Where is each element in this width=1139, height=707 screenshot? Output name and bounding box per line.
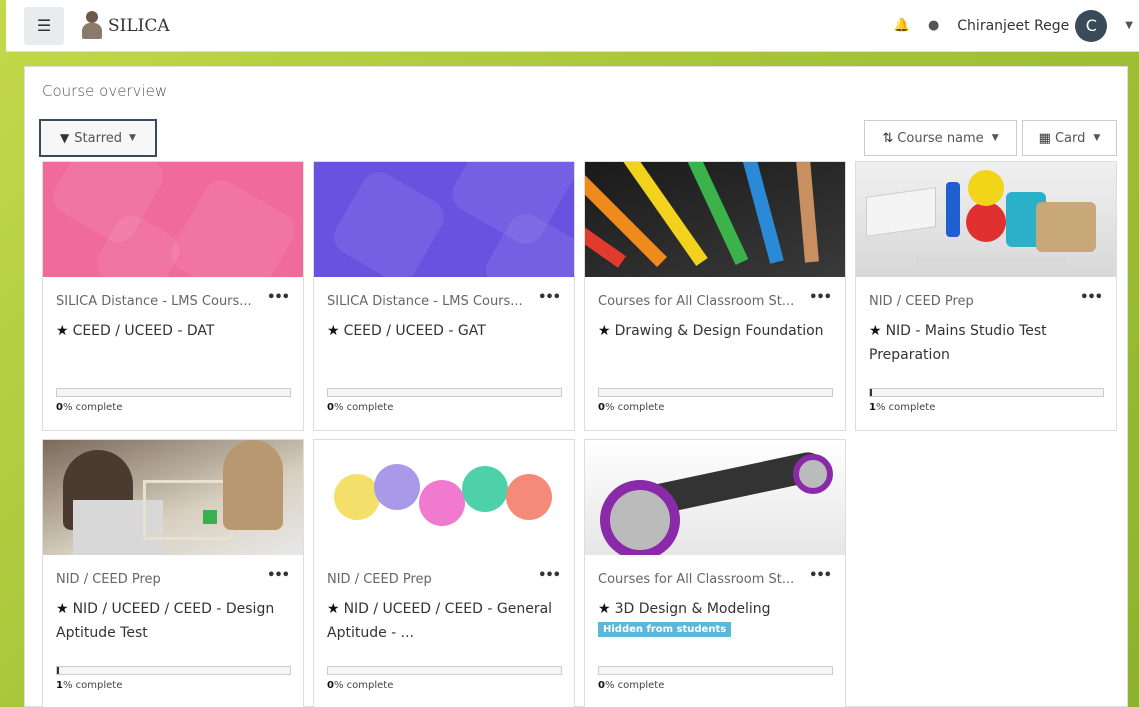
progress-text: 1% complete [56,680,123,691]
course-title[interactable]: ★ CEED / UCEED - GAT [327,319,562,343]
progress-bar [869,388,1104,397]
star-icon: ★ [598,601,611,617]
star-icon: ★ [869,323,882,339]
hamburger-menu-button[interactable]: ☰ [24,6,64,45]
course-category: NID / CEED Prep [327,572,432,587]
course-title[interactable]: ★ NID / UCEED / CEED - General Aptitude -… [327,597,562,645]
course-title-text[interactable]: CEED / UCEED - GAT [344,323,486,339]
course-category: NID / CEED Prep [56,572,161,587]
course-image-colored-pencils[interactable] [585,162,845,277]
progress-bar [56,388,291,397]
star-icon: ★ [56,323,69,339]
star-icon: ★ [327,601,340,617]
chevron-down-icon: ▼ [129,133,136,143]
sort-label: Course name [897,130,984,146]
grid-view-icon: ▦ [1038,130,1051,146]
course-title-text[interactable]: NID / UCEED / CEED - Design Aptitude Tes… [56,601,274,641]
course-actions-menu-icon[interactable]: ••• [809,568,832,583]
progress-bar [598,388,833,397]
course-card[interactable]: SILICA Distance - LMS Cours... ••• ★ CEED… [42,161,304,431]
course-card[interactable]: NID / CEED Prep ••• ★ NID - Mains Studio … [855,161,1117,431]
course-title[interactable]: ★ Drawing & Design Foundation [598,319,833,343]
progress-bar [327,388,562,397]
filter-dropdown-button[interactable]: ▼ Starred ▼ [39,119,157,157]
course-card[interactable]: NID / CEED Prep ••• ★ NID / UCEED / CEED … [42,439,304,707]
progress-bar [598,666,833,675]
course-title[interactable]: ★ CEED / UCEED - DAT [56,319,291,343]
silica-logo-icon [80,9,104,43]
course-image-purple-pattern[interactable] [314,162,574,277]
avatar-letter: C [1085,16,1097,35]
progress-text: 0% complete [327,402,394,413]
user-name[interactable]: Chiranjeet Rege [957,18,1069,34]
course-image-workshop-students[interactable] [43,440,303,555]
course-card[interactable]: SILICA Distance - LMS Cours... ••• ★ CEED… [313,161,575,431]
progress-text: 1% complete [869,402,936,413]
course-card[interactable]: NID / CEED Prep ••• ★ NID / UCEED / CEED … [313,439,575,707]
brand[interactable]: SILICA [80,9,170,43]
user-menu-caret-icon[interactable]: ▼ [1125,20,1133,31]
progress-text: 0% complete [327,680,394,691]
course-title[interactable]: ★ 3D Design & Modeling [598,597,833,621]
page-title: Course overview [42,82,168,100]
star-icon: ★ [56,601,69,617]
course-actions-menu-icon[interactable]: ••• [538,568,561,583]
progress-bar [327,666,562,675]
messages-chat-icon[interactable]: ● [928,18,939,33]
view-label: Card [1054,130,1086,146]
progress-text: 0% complete [598,402,665,413]
course-title-text[interactable]: NID - Mains Studio Test Preparation [869,323,1047,363]
course-overview-block: Course overview ▼ Starred ▼ ⇅ Course nam… [24,66,1128,707]
course-title-text[interactable]: 3D Design & Modeling [615,601,771,617]
course-image-pink-pattern[interactable] [43,162,303,277]
notifications-bell-icon[interactable]: 🔔 [894,18,910,33]
course-image-design-thinking[interactable] [314,440,574,555]
progress-bar [56,666,291,675]
course-category: Courses for All Classroom St... [598,572,795,587]
chevron-down-icon: ▼ [1093,133,1101,143]
course-actions-menu-icon[interactable]: ••• [538,290,561,305]
hamburger-icon: ☰ [36,16,52,35]
progress-text: 0% complete [56,402,123,413]
course-category: Courses for All Classroom St... [598,294,795,309]
course-title[interactable]: ★ NID - Mains Studio Test Preparation [869,319,1104,367]
progress-fill [57,667,60,674]
course-category: NID / CEED Prep [869,294,974,309]
course-actions-menu-icon[interactable]: ••• [267,568,290,583]
course-actions-menu-icon[interactable]: ••• [1080,290,1103,305]
course-image-craft-supplies[interactable] [856,162,1116,277]
star-icon: ★ [598,323,611,339]
course-category: SILICA Distance - LMS Cours... [327,294,523,309]
progress-text: 0% complete [598,680,665,691]
brand-name: SILICA [108,15,170,36]
course-title-text[interactable]: Drawing & Design Foundation [615,323,824,339]
course-actions-menu-icon[interactable]: ••• [809,290,832,305]
view-dropdown-button[interactable]: ▦ Card ▼ [1022,120,1117,156]
course-card[interactable]: Courses for All Classroom St... ••• ★ Dra… [584,161,846,431]
course-card[interactable]: Courses for All Classroom St... ••• ★ 3D … [584,439,846,707]
avatar[interactable]: C [1075,9,1108,42]
sort-dropdown-button[interactable]: ⇅ Course name ▼ [864,120,1017,156]
filter-funnel-icon: ▼ [60,131,70,145]
course-category: SILICA Distance - LMS Cours... [56,294,252,309]
course-actions-menu-icon[interactable]: ••• [267,290,290,305]
chevron-down-icon: ▼ [991,133,999,143]
star-icon: ★ [327,323,340,339]
filter-label: Starred [74,130,123,146]
course-title-text[interactable]: NID / UCEED / CEED - General Aptitude - … [327,601,552,641]
course-image-3d-car-model[interactable] [585,440,845,555]
top-navbar: ☰ SILICA 🔔 ● Chiranjeet Rege C ▼ [6,0,1139,52]
course-title[interactable]: ★ NID / UCEED / CEED - Design Aptitude Te… [56,597,291,645]
sort-icon: ⇅ [882,130,894,146]
hidden-from-students-badge: Hidden from students [598,622,732,637]
progress-fill [870,389,873,396]
course-title-text[interactable]: CEED / UCEED - DAT [73,323,215,339]
